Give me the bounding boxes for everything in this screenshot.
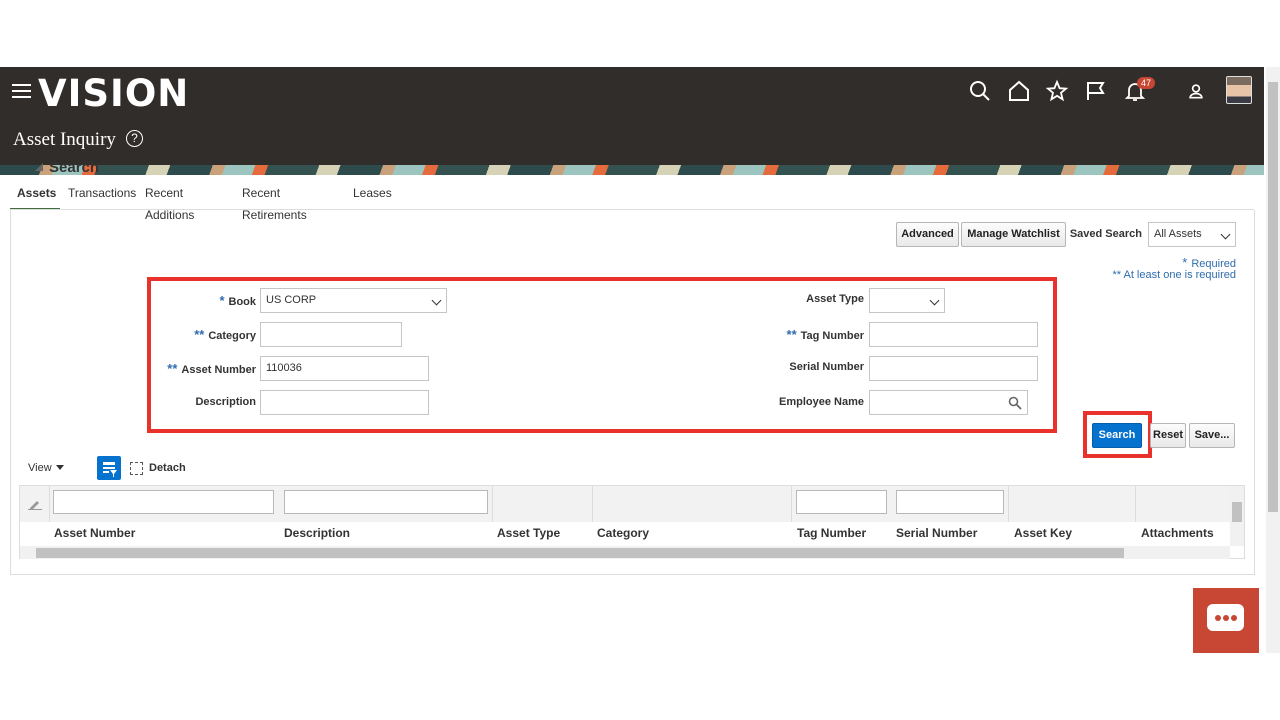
column-header-category[interactable]: Category [597, 526, 649, 540]
tab-recent-additions[interactable]: Recent Additions [145, 182, 194, 222]
collapse-icon[interactable] [35, 163, 43, 171]
avatar[interactable] [1226, 76, 1252, 104]
column-header-asset-key[interactable]: Asset Key [1014, 526, 1072, 540]
view-menu[interactable]: View [28, 462, 64, 474]
column-header-description[interactable]: Description [284, 526, 350, 540]
column-separator [1008, 486, 1009, 522]
column-separator [1135, 486, 1136, 522]
flag-icon[interactable] [1084, 79, 1108, 103]
chevron-down-icon [1220, 229, 1231, 240]
column-header-attachments[interactable]: Attachments [1141, 526, 1214, 540]
filter-row [20, 486, 1230, 522]
search-button-highlight [1083, 411, 1152, 458]
at-least-one-note: ** At least one is required [1112, 269, 1236, 281]
chat-icon [1207, 604, 1244, 631]
scrollbar-thumb[interactable] [36, 548, 1124, 558]
search-icon[interactable] [968, 79, 992, 103]
pencil-icon [28, 501, 42, 510]
page-scrollbar-thumb[interactable] [1268, 82, 1278, 512]
results-table: Asset Number Description Asset Type Cate… [19, 485, 1245, 559]
column-separator [49, 486, 50, 522]
fields-highlight [147, 277, 1057, 433]
detach-button[interactable]: Detach [149, 462, 186, 474]
column-header-serial-number[interactable]: Serial Number [896, 526, 977, 540]
query-by-example-icon[interactable] [97, 456, 121, 480]
advanced-button[interactable]: Advanced [896, 222, 959, 247]
saved-search-select[interactable]: All Assets [1148, 222, 1236, 247]
column-separator [592, 486, 593, 522]
manage-watchlist-button[interactable]: Manage Watchlist [961, 222, 1066, 247]
tab-assets[interactable]: Assets [10, 182, 60, 210]
vision-logo[interactable]: VISION [38, 72, 189, 115]
save-button[interactable]: Save... [1189, 423, 1235, 448]
tab-leases[interactable]: Leases [353, 182, 392, 210]
header-banner [0, 165, 1264, 175]
star-icon[interactable] [1045, 79, 1069, 103]
filter-description[interactable] [284, 490, 488, 514]
required-note: * Required [1182, 255, 1236, 270]
search-section-title[interactable]: Search [35, 159, 99, 176]
table-vertical-scrollbar[interactable] [1230, 486, 1244, 546]
user-icon[interactable] [1186, 81, 1206, 101]
column-header-asset-type[interactable]: Asset Type [497, 526, 560, 540]
scrollbar-thumb[interactable] [1232, 502, 1242, 522]
detach-icon[interactable] [130, 462, 143, 475]
column-separator [791, 486, 792, 522]
saved-search-label: Saved Search [1069, 228, 1142, 240]
filter-asset-number[interactable] [53, 490, 274, 514]
page-title: Asset Inquiry [13, 129, 116, 150]
table-horizontal-scrollbar[interactable] [20, 546, 1230, 559]
tab-recent-retirements[interactable]: Recent Retirements [242, 182, 307, 222]
global-header: VISION Asset Inquiry ? 47 [0, 67, 1264, 175]
tab-transactions[interactable]: Transactions [68, 182, 136, 210]
caret-down-icon [55, 465, 64, 470]
filter-tag-number[interactable] [796, 490, 887, 514]
menu-icon[interactable] [12, 84, 31, 100]
notification-badge: 47 [1137, 77, 1156, 89]
filter-serial-number[interactable] [896, 490, 1004, 514]
column-header-tag-number[interactable]: Tag Number [797, 526, 866, 540]
column-separator [492, 486, 493, 522]
reset-button[interactable]: Reset [1150, 423, 1186, 448]
help-icon[interactable]: ? [126, 130, 143, 147]
home-icon[interactable] [1007, 79, 1031, 103]
chat-button[interactable] [1193, 588, 1259, 653]
column-header-asset-number[interactable]: Asset Number [54, 526, 135, 540]
